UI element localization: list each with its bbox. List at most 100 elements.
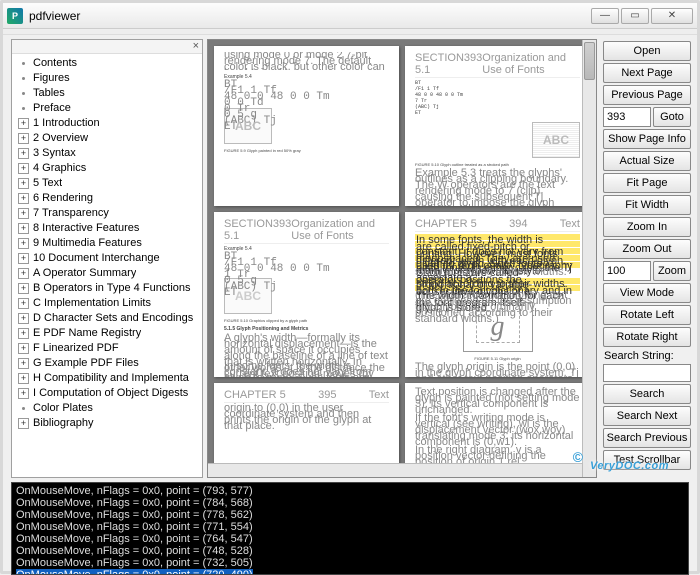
goto-button[interactable]: Goto — [653, 107, 691, 127]
zoom-out-button[interactable]: Zoom Out — [603, 239, 691, 259]
page-thumbnail[interactable]: Text position is changed after the glyph… — [405, 383, 590, 471]
tree-item[interactable]: +F Linearized PDF — [18, 341, 202, 356]
zoom-in-button[interactable]: Zoom In — [603, 217, 691, 237]
page-thumbnail[interactable]: CHAPTER 5395Text origin to (0,0) in the … — [214, 383, 399, 471]
tree-item[interactable]: Preface — [18, 101, 202, 116]
show-page-info-button[interactable]: Show Page Info — [603, 129, 691, 149]
tree-item-label: Bibliography — [33, 416, 94, 431]
tree-item-label: D Character Sets and Encodings — [33, 311, 193, 326]
fit-page-button[interactable]: Fit Page — [603, 173, 691, 193]
next-page-button[interactable]: Next Page — [603, 63, 691, 83]
previous-page-button[interactable]: Previous Page — [603, 85, 691, 105]
tree-item[interactable]: +8 Interactive Features — [18, 221, 202, 236]
expand-icon[interactable]: + — [18, 163, 29, 174]
expand-icon[interactable]: + — [18, 358, 29, 369]
tree-item[interactable]: +3 Syntax — [18, 146, 202, 161]
page-thumbnail[interactable]: SECTION 5.1393Organization and Use of Fo… — [405, 46, 590, 206]
expand-icon[interactable]: + — [18, 313, 29, 324]
debug-console[interactable]: OnMouseMove, nFlags = 0x0, point = (793,… — [11, 482, 689, 575]
tree-item[interactable]: +2 Overview — [18, 131, 202, 146]
tree-item[interactable]: + Bibliography — [18, 416, 202, 431]
tree-item[interactable]: Tables — [18, 86, 202, 101]
tree-item[interactable]: + D Character Sets and Encodings — [18, 311, 202, 326]
search-button[interactable]: Search — [603, 384, 691, 404]
expand-icon[interactable]: + — [18, 193, 29, 204]
tree-item-label: 6 Rendering — [33, 191, 93, 206]
fit-width-button[interactable]: Fit Width — [603, 195, 691, 215]
tree-item-label: 10 Document Interchange — [33, 251, 160, 266]
tree-item[interactable]: Figures — [18, 71, 202, 86]
expand-icon[interactable]: + — [18, 388, 29, 399]
expand-icon[interactable]: + — [18, 148, 29, 159]
bullet-icon — [18, 103, 29, 114]
page-thumbnail[interactable]: SECTION 5.1393Organization and Use of Fo… — [214, 212, 399, 377]
tree-item[interactable]: +B Operators in Type 4 Functions — [18, 281, 202, 296]
tree-item-label: 5 Text — [33, 176, 62, 191]
tree-item[interactable]: +H Compatibility and Implementa — [18, 371, 202, 386]
minimize-button[interactable]: — — [591, 8, 619, 24]
horizontal-scrollbar[interactable] — [208, 463, 582, 477]
tree-item-label: G Example PDF Files — [33, 356, 139, 371]
tree-item-label: 4 Graphics — [33, 161, 86, 176]
expand-icon[interactable]: + — [18, 328, 29, 339]
expand-icon[interactable]: + — [18, 133, 29, 144]
zoom-button[interactable]: Zoom — [653, 261, 691, 281]
tree-item[interactable]: +4 Graphics — [18, 161, 202, 176]
console-line-selected[interactable]: OnMouseMove, nFlags = 0x0, point = (720,… — [16, 569, 684, 575]
maximize-button[interactable]: ▭ — [621, 8, 649, 24]
zoom-input[interactable] — [603, 261, 651, 281]
expand-icon[interactable]: + — [18, 298, 29, 309]
expand-icon[interactable]: + — [18, 253, 29, 264]
outline-tree[interactable]: × ContentsFiguresTablesPreface+1 Introdu… — [11, 39, 203, 478]
tree-item[interactable]: + E PDF Name Registry — [18, 326, 202, 341]
expand-icon[interactable]: + — [18, 118, 29, 129]
page-thumbnail[interactable]: CHAPTER 5394Text In some fonts, the widt… — [405, 212, 590, 377]
expand-icon[interactable]: + — [18, 208, 29, 219]
tree-item-label: 9 Multimedia Features — [33, 236, 142, 251]
tree-item[interactable]: +1 Introduction — [18, 116, 202, 131]
actual-size-button[interactable]: Actual Size — [603, 151, 691, 171]
vertical-scrollbar[interactable] — [582, 40, 596, 477]
console-line: OnMouseMove, nFlags = 0x0, point = (748,… — [16, 545, 684, 557]
expand-icon[interactable]: + — [18, 238, 29, 249]
tree-item[interactable]: +6 Rendering — [18, 191, 202, 206]
open-button[interactable]: Open — [603, 41, 691, 61]
page-viewer[interactable]: using mode 0 or mode 2 7-bit rendering m… — [207, 39, 597, 478]
search-input[interactable] — [603, 364, 691, 382]
page-number-input[interactable] — [603, 107, 651, 127]
tree-item[interactable]: +C Implementation Limits — [18, 296, 202, 311]
tree-close-icon[interactable]: × — [12, 40, 202, 54]
tree-item-label: E PDF Name Registry — [33, 326, 141, 341]
tree-item-label: Contents — [33, 56, 77, 71]
tree-item[interactable]: +5 Text — [18, 176, 202, 191]
tree-item[interactable]: Contents — [18, 56, 202, 71]
tree-item[interactable]: +10 Document Interchange — [18, 251, 202, 266]
expand-icon[interactable]: + — [18, 178, 29, 189]
tree-item[interactable]: Color Plates — [18, 401, 202, 416]
expand-icon[interactable]: + — [18, 283, 29, 294]
tree-item[interactable]: +9 Multimedia Features — [18, 236, 202, 251]
search-next-button[interactable]: Search Next — [603, 406, 691, 426]
expand-icon[interactable]: + — [18, 223, 29, 234]
test-scrollbar-button[interactable]: Test Scrollbar — [603, 450, 691, 470]
scrollbar-thumb[interactable] — [584, 42, 595, 80]
tree-item[interactable]: +A Operator Summary — [18, 266, 202, 281]
expand-icon[interactable]: + — [18, 418, 29, 429]
console-line: OnMouseMove, nFlags = 0x0, point = (778,… — [16, 509, 684, 521]
view-mode-button[interactable]: View Mode — [603, 283, 691, 303]
expand-icon[interactable]: + — [18, 268, 29, 279]
rotate-right-button[interactable]: Rotate Right — [603, 327, 691, 347]
bullet-icon — [18, 88, 29, 99]
search-previous-button[interactable]: Search Previous — [603, 428, 691, 448]
close-button[interactable]: ✕ — [651, 8, 693, 24]
page-thumbnail[interactable]: using mode 0 or mode 2 7-bit rendering m… — [214, 46, 399, 206]
tree-item-label: Preface — [33, 101, 71, 116]
tree-item[interactable]: +7 Transparency — [18, 206, 202, 221]
rotate-left-button[interactable]: Rotate Left — [603, 305, 691, 325]
expand-icon[interactable]: + — [18, 373, 29, 384]
tree-item[interactable]: + G Example PDF Files — [18, 356, 202, 371]
abc-figure: ABC — [532, 122, 580, 158]
expand-icon[interactable]: + — [18, 343, 29, 354]
tree-item[interactable]: +I Computation of Object Digests — [18, 386, 202, 401]
tree-item-label: Tables — [33, 86, 65, 101]
